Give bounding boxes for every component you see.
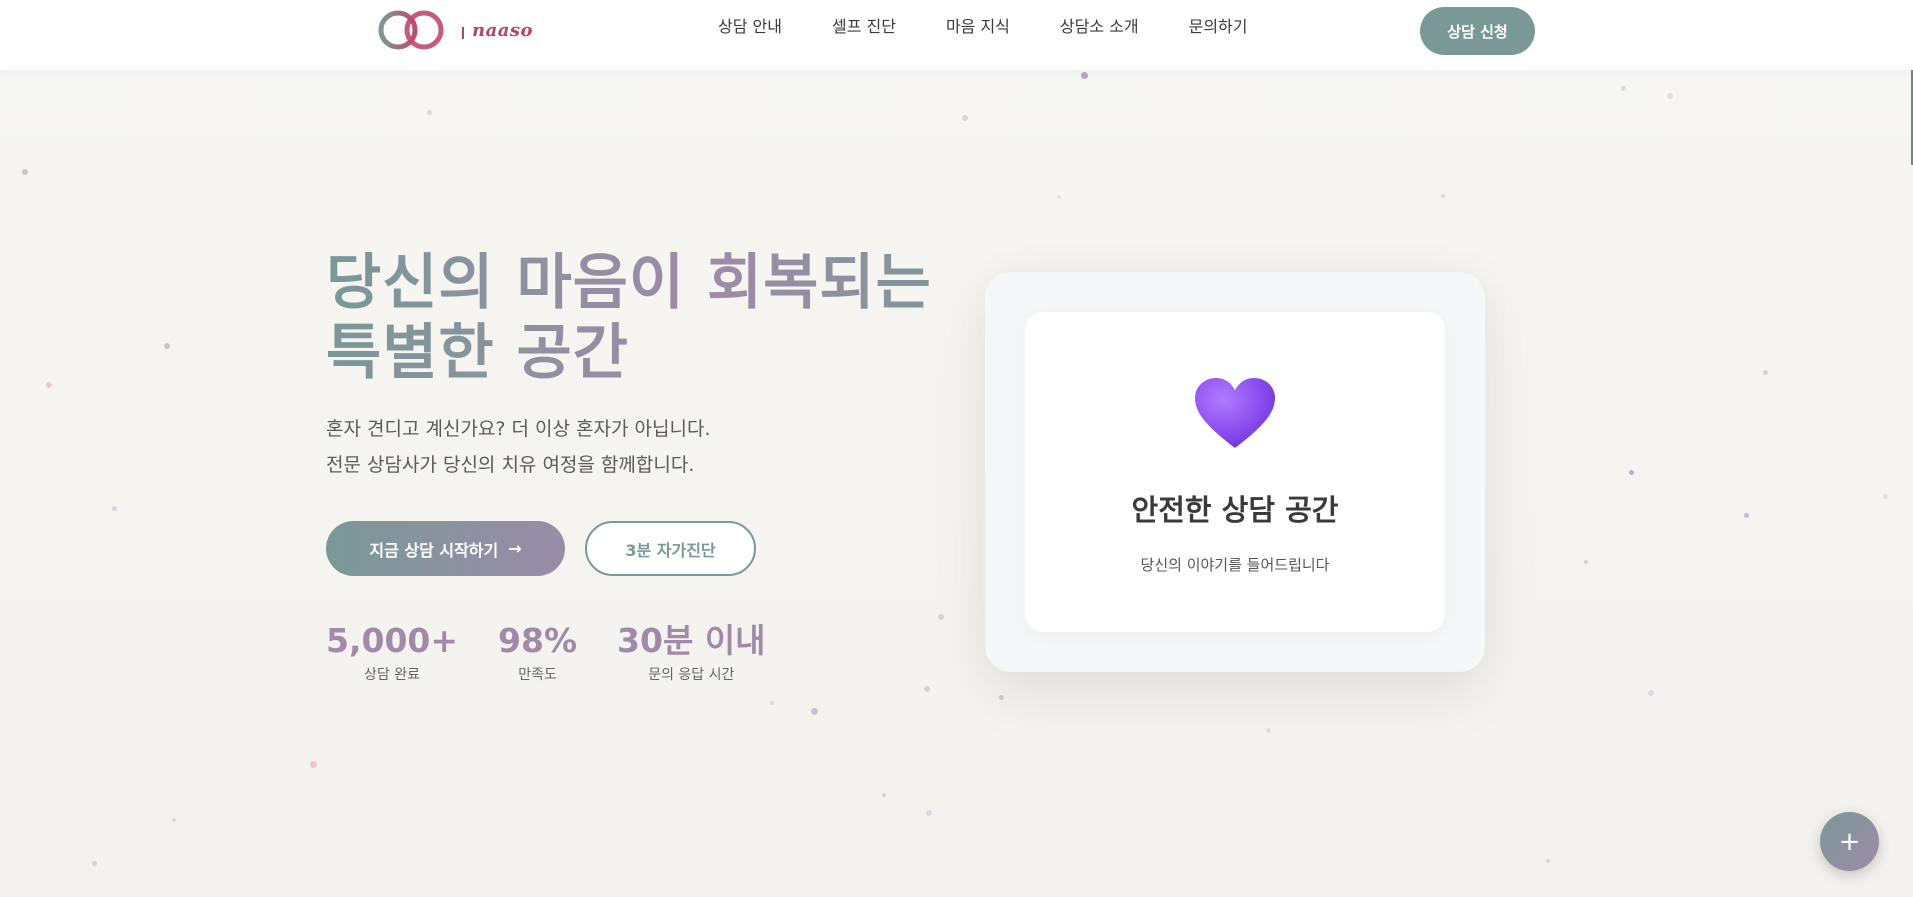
particle [770, 701, 774, 705]
logo-divider [462, 27, 464, 39]
nav-item-about[interactable]: 상담소 소개 [1060, 16, 1139, 38]
particle [1744, 513, 1749, 518]
arrow-right-icon: → [508, 539, 522, 558]
stat-item: 30분 이내 문의 응답 시간 [617, 620, 766, 686]
particle [112, 506, 117, 511]
nav-item-contact[interactable]: 문의하기 [1189, 16, 1248, 38]
nav-item-mind-knowledge[interactable]: 마음 지식 [946, 16, 1010, 38]
hero-subtitle: 혼자 견디고 계신가요? 더 이상 혼자가 아닙니다. 전문 상담사가 당신의 … [326, 411, 846, 483]
stat-label: 상담 완료 [364, 667, 421, 683]
hero-subtitle-line1: 혼자 견디고 계신가요? 더 이상 혼자가 아닙니다. [326, 418, 711, 440]
hero-title-line2: 특별한 공간 [326, 318, 629, 388]
particle [1667, 93, 1673, 99]
self-test-button[interactable]: 3분 자가진단 [585, 521, 756, 576]
particle [1081, 72, 1088, 79]
hero-subtitle-line2: 전문 상담사가 당신의 치유 여정을 함께합니다. [326, 454, 695, 476]
apply-counseling-button[interactable]: 상담 신청 [1420, 7, 1535, 55]
particle [811, 708, 818, 715]
nav-item-self-test[interactable]: 셀프 진단 [832, 16, 896, 38]
particle [1883, 494, 1888, 499]
logo[interactable]: naaso [374, 6, 533, 54]
feature-card-content: 안전한 상담 공간 당신의 이야기를 들어드립니다 [1025, 312, 1445, 632]
start-counseling-button[interactable]: 지금 상담 시작하기 → [326, 521, 565, 576]
start-counseling-label: 지금 상담 시작하기 [369, 540, 499, 560]
particle [1057, 195, 1061, 199]
particle [164, 343, 170, 349]
heart-icon [1195, 378, 1275, 448]
card-description: 당신의 이야기를 들어드립니다 [1140, 556, 1330, 574]
particle [427, 110, 432, 115]
particle [1441, 194, 1445, 198]
particle [924, 686, 930, 692]
particle [92, 861, 97, 866]
particle [926, 810, 932, 816]
particle [1763, 370, 1768, 375]
particle [1584, 560, 1588, 564]
stat-value: 5,000+ [326, 621, 459, 660]
logo-text: naaso [472, 19, 534, 41]
stat-label: 만족도 [518, 667, 557, 683]
particle [310, 761, 317, 768]
particle [1266, 728, 1271, 733]
hero-title-line1: 당신의 마음이 회복되는 [326, 248, 932, 318]
stat-item: 98% 만족도 [498, 620, 577, 686]
plus-icon[interactable]: + [1820, 812, 1879, 871]
particle [999, 695, 1004, 700]
particle [1648, 690, 1654, 696]
stat-value: 30분 이내 [617, 621, 766, 660]
stat-value: 98% [498, 621, 578, 660]
particle [882, 793, 886, 797]
main-nav: 상담 안내 셀프 진단 마음 지식 상담소 소개 문의하기 [718, 16, 1297, 38]
stat-label: 문의 응답 시간 [648, 667, 735, 683]
stats: 5,000+ 상담 완료 98% 만족도 30분 이내 문의 응답 시간 [326, 620, 806, 686]
stat-item: 5,000+ 상담 완료 [326, 620, 458, 686]
particle [1629, 470, 1634, 475]
particle [172, 818, 176, 822]
particle [1546, 859, 1550, 863]
particle [938, 614, 944, 620]
site-header: naaso 상담 안내 셀프 진단 마음 지식 상담소 소개 문의하기 상담 신… [0, 0, 1913, 70]
particle [22, 169, 28, 175]
feature-card: 안전한 상담 공간 당신의 이야기를 들어드립니다 [985, 272, 1485, 672]
hero-title: 당신의 마음이 회복되는 특별한 공간 [326, 248, 966, 388]
nav-item-counseling-guide[interactable]: 상담 안내 [718, 16, 782, 38]
logo-rings-icon [378, 10, 444, 50]
particle [962, 115, 968, 121]
card-title: 안전한 상담 공간 [1131, 493, 1339, 527]
particle [1621, 86, 1626, 91]
particle [46, 382, 52, 388]
